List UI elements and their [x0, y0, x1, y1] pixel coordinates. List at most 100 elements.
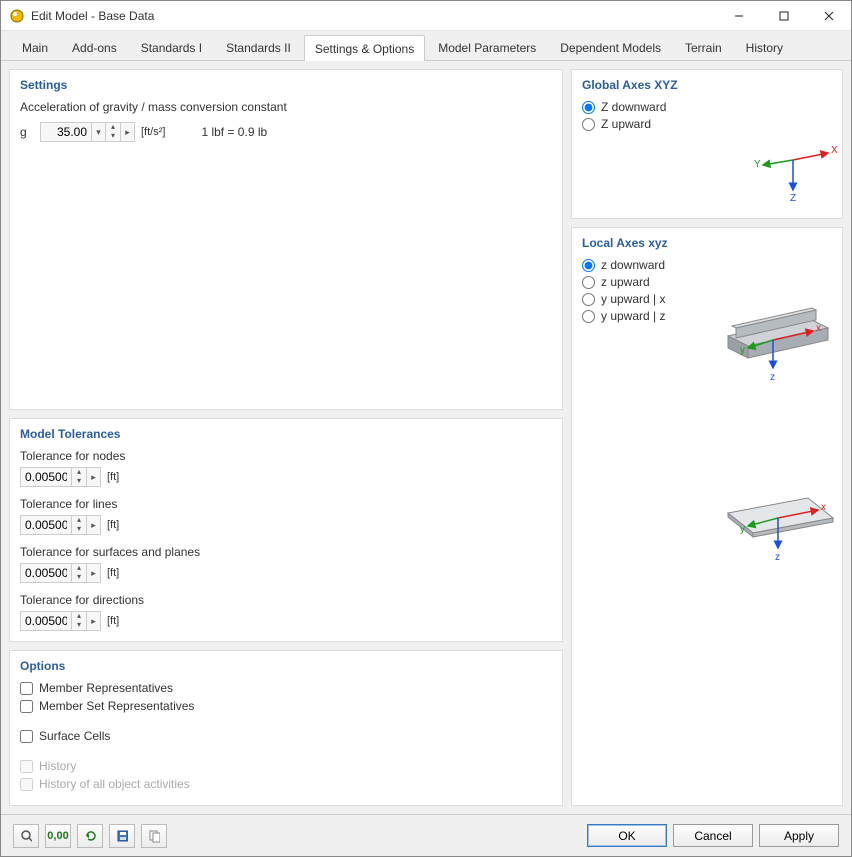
local-y-up-z-radio[interactable] [582, 310, 595, 323]
g-input[interactable] [41, 123, 91, 141]
member-rep-checkbox[interactable] [20, 682, 33, 695]
local-axes-panel: Local Axes xyz z downward z upward y upw… [571, 227, 843, 806]
surface-cells-label: Surface Cells [39, 729, 110, 743]
tol-directions-label: Tolerance for directions [20, 593, 552, 607]
units-button[interactable]: 0,00 [45, 824, 71, 848]
z-downward-radio[interactable] [582, 101, 595, 114]
tol-nodes-unit: [ft] [107, 471, 119, 483]
step-down-icon[interactable]: ▾ [72, 525, 86, 534]
tab-dependent-models[interactable]: Dependent Models [549, 34, 672, 60]
svg-text:x: x [816, 323, 821, 334]
plane-diagram: x y z [708, 478, 838, 568]
maximize-button[interactable] [761, 1, 806, 31]
save-button[interactable] [109, 824, 135, 848]
refresh-icon [84, 829, 96, 843]
search-db-button[interactable] [13, 824, 39, 848]
tolerances-panel: Model Tolerances Tolerance for nodes ▴▾ … [9, 418, 563, 642]
floppy-disk-icon [116, 829, 128, 843]
window-title: Edit Model - Base Data [31, 9, 716, 23]
tol-surfaces-spin[interactable]: ▴▾ ▸ [20, 563, 101, 583]
tol-nodes-input[interactable] [21, 468, 71, 486]
options-panel: Options Member Representatives Member Se… [9, 650, 563, 806]
footer: 0,00 OK Cancel Apply [1, 814, 851, 856]
g-dropdown-icon[interactable]: ▾ [91, 123, 105, 141]
tab-settings-options[interactable]: Settings & Options [304, 35, 425, 61]
member-rep-label: Member Representatives [39, 681, 173, 695]
window: Edit Model - Base Data Main Add-ons Stan… [0, 0, 852, 857]
surface-cells-checkbox[interactable] [20, 730, 33, 743]
local-z-up-label: z upward [601, 275, 650, 289]
axis-z-label: Z [790, 193, 796, 204]
minimize-button[interactable] [716, 1, 761, 31]
refresh-button[interactable] [77, 824, 103, 848]
play-icon[interactable]: ▸ [86, 564, 100, 582]
tol-surfaces-input[interactable] [21, 564, 71, 582]
z-downward-label: Z downward [601, 100, 666, 114]
g-step-down-icon[interactable]: ▾ [106, 132, 120, 141]
tol-lines-input[interactable] [21, 516, 71, 534]
lbf-note: 1 lbf = 0.9 lb [201, 125, 267, 139]
local-z-up-row[interactable]: z upward [582, 275, 832, 289]
global-axes-diagram: X Y Z [748, 135, 838, 205]
cancel-button[interactable]: Cancel [673, 824, 753, 847]
svg-text:y: y [740, 524, 745, 535]
g-label: g [20, 125, 34, 139]
member-set-rep-checkbox[interactable] [20, 700, 33, 713]
app-icon [9, 8, 25, 24]
play-icon[interactable]: ▸ [86, 612, 100, 630]
g-play-icon[interactable]: ▸ [120, 123, 134, 141]
global-axes-title: Global Axes XYZ [582, 78, 832, 92]
tol-lines-spin[interactable]: ▴▾ ▸ [20, 515, 101, 535]
z-downward-radio-row[interactable]: Z downward [582, 100, 832, 114]
tab-history[interactable]: History [735, 34, 794, 60]
tol-nodes-label: Tolerance for nodes [20, 449, 552, 463]
copy-icon [148, 829, 160, 843]
g-spin[interactable]: ▾ ▴ ▾ ▸ [40, 122, 135, 142]
z-upward-radio-row[interactable]: Z upward [582, 117, 832, 131]
history-checkbox [20, 760, 33, 773]
global-axes-panel: Global Axes XYZ Z downward Z upward X Y … [571, 69, 843, 219]
g-unit: [ft/s²] [141, 126, 165, 138]
tol-directions-spin[interactable]: ▴▾ ▸ [20, 611, 101, 631]
play-icon[interactable]: ▸ [86, 516, 100, 534]
tol-directions-input[interactable] [21, 612, 71, 630]
svg-text:z: z [775, 552, 780, 563]
apply-button[interactable]: Apply [759, 824, 839, 847]
history-label: History [39, 759, 76, 773]
step-down-icon[interactable]: ▾ [72, 573, 86, 582]
tol-surfaces-label: Tolerance for surfaces and planes [20, 545, 552, 559]
tab-model-parameters[interactable]: Model Parameters [427, 34, 547, 60]
z-upward-radio[interactable] [582, 118, 595, 131]
tol-nodes-spin[interactable]: ▴▾ ▸ [20, 467, 101, 487]
tab-standards-i[interactable]: Standards I [130, 34, 213, 60]
local-y-up-x-label: y upward | x [601, 292, 665, 306]
settings-title: Settings [20, 78, 552, 92]
local-z-down-radio[interactable] [582, 259, 595, 272]
tab-main[interactable]: Main [11, 34, 59, 60]
member-rep-check[interactable]: Member Representatives [20, 681, 552, 695]
tolerances-title: Model Tolerances [20, 427, 552, 441]
step-down-icon[interactable]: ▾ [72, 621, 86, 630]
local-z-down-row[interactable]: z downward [582, 258, 832, 272]
axis-y-label: Y [754, 159, 761, 170]
tab-terrain[interactable]: Terrain [674, 34, 733, 60]
member-set-rep-check[interactable]: Member Set Representatives [20, 699, 552, 713]
z-upward-label: Z upward [601, 117, 651, 131]
copy-button[interactable] [141, 824, 167, 848]
svg-text:z: z [770, 372, 775, 383]
axis-x-label: X [831, 145, 838, 156]
local-z-up-radio[interactable] [582, 276, 595, 289]
tab-add-ons[interactable]: Add-ons [61, 34, 128, 60]
local-y-up-x-radio[interactable] [582, 293, 595, 306]
tol-lines-label: Tolerance for lines [20, 497, 552, 511]
tab-standards-ii[interactable]: Standards II [215, 34, 302, 60]
ok-button[interactable]: OK [587, 824, 667, 847]
surface-cells-check[interactable]: Surface Cells [20, 729, 552, 743]
history-all-label: History of all object activities [39, 777, 190, 791]
svg-text:y: y [740, 345, 745, 356]
local-z-down-label: z downward [601, 258, 665, 272]
step-down-icon[interactable]: ▾ [72, 477, 86, 486]
accel-label: Acceleration of gravity / mass conversio… [20, 100, 552, 114]
play-icon[interactable]: ▸ [86, 468, 100, 486]
close-button[interactable] [806, 1, 851, 31]
